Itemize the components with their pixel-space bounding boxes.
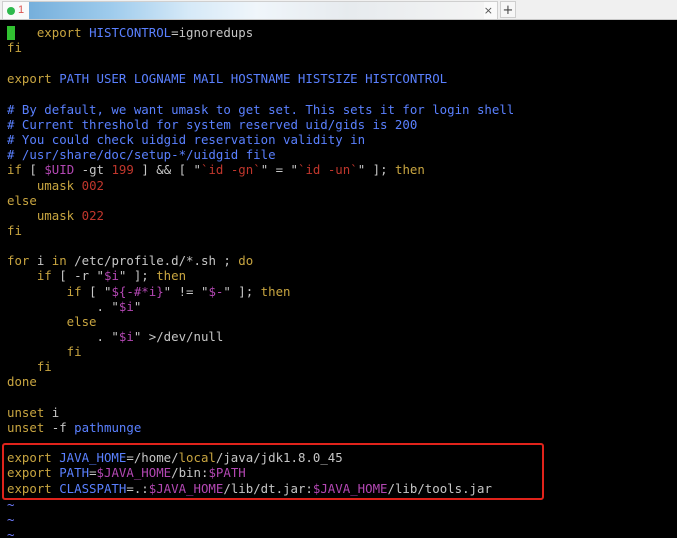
empty-line-marker: ~ bbox=[7, 512, 15, 527]
connection-status-icon bbox=[7, 7, 15, 15]
comment-line: # By default, we want umask to get set. … bbox=[7, 102, 515, 117]
code-line: umask 022 bbox=[7, 208, 104, 223]
code-line: unset -f pathmunge bbox=[7, 420, 142, 435]
code-line: fi bbox=[7, 40, 22, 55]
code-line: . "$i" >/dev/null bbox=[7, 329, 224, 344]
code-line: fi bbox=[7, 359, 52, 374]
code-line: . "$i" bbox=[7, 299, 142, 314]
code-line: if [ $UID -gt 199 ] && [ "`id -gn`" = "`… bbox=[7, 162, 425, 177]
code-line: if [ "${-#*i}" != "$-" ]; then bbox=[7, 284, 291, 299]
code-line: fi bbox=[7, 344, 82, 359]
code-line: done bbox=[7, 374, 37, 389]
code-line: export HISTCONTROL=ignoredups bbox=[7, 25, 254, 40]
empty-line-marker: ~ bbox=[7, 527, 15, 538]
code-line: if [ -r "$i" ]; then bbox=[7, 268, 187, 283]
code-line: else bbox=[7, 193, 37, 208]
terminal-tab[interactable]: 1 × bbox=[2, 1, 498, 19]
new-tab-button[interactable]: + bbox=[500, 1, 516, 18]
redacted-tab-title bbox=[29, 2, 484, 19]
comment-line: # Current threshold for system reserved … bbox=[7, 117, 418, 132]
code-line: umask 002 bbox=[7, 178, 104, 193]
highlight-annotation-box bbox=[2, 443, 544, 500]
comment-line: # You could check uidgid reservation val… bbox=[7, 132, 366, 147]
tab-number: 1 bbox=[18, 4, 25, 16]
code-line: unset i bbox=[7, 405, 60, 420]
comment-line: # /usr/share/doc/setup-*/uidgid file bbox=[7, 147, 276, 162]
tab-bar: 1 × + bbox=[0, 0, 677, 20]
code-line: else bbox=[7, 314, 97, 329]
code-line: fi bbox=[7, 223, 22, 238]
terminal-editor[interactable]: export HISTCONTROL=ignoredups fi export … bbox=[0, 20, 677, 538]
close-tab-icon[interactable]: × bbox=[484, 4, 493, 17]
code-line: for i in /etc/profile.d/*.sh ; do bbox=[7, 253, 254, 268]
code-line: export PATH USER LOGNAME MAIL HOSTNAME H… bbox=[7, 71, 448, 86]
